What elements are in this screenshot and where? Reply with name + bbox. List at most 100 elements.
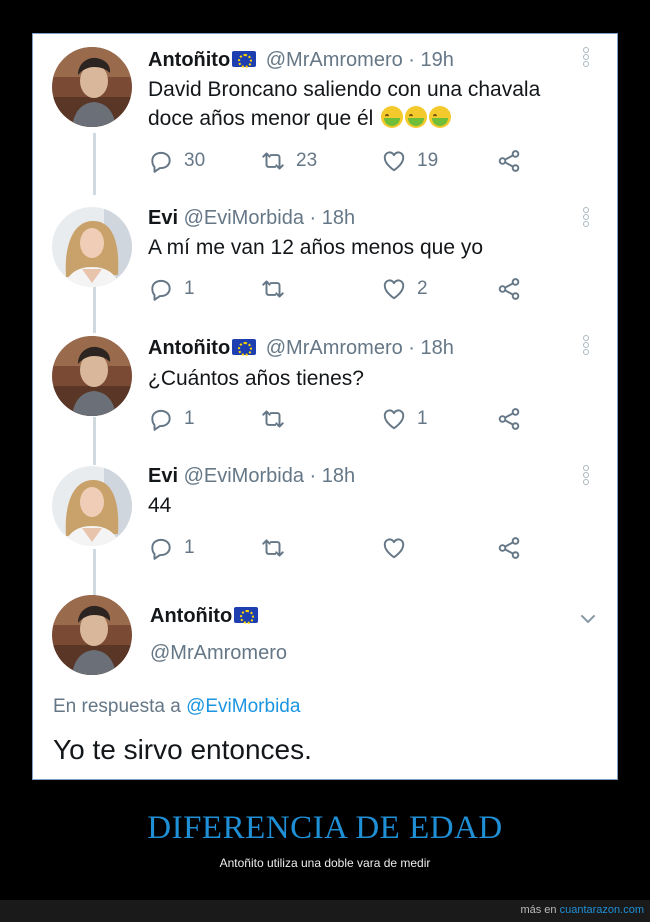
reply-icon (148, 276, 174, 302)
share-button[interactable] (496, 405, 522, 433)
share-button[interactable] (496, 147, 522, 175)
share-icon (496, 406, 522, 432)
retweet-button[interactable] (260, 534, 296, 562)
reply-count: 1 (184, 278, 195, 299)
tweet-header: Evi @EviMorbida · 18h (148, 465, 355, 488)
footer-bar: más en cuantarazon.com (0, 900, 650, 922)
reply-context: En respuesta a @EviMorbida (53, 696, 300, 718)
reply-icon (148, 535, 174, 561)
avatar[interactable] (52, 466, 132, 546)
eu-flag-icon (232, 339, 257, 356)
retweet-button[interactable]: 23 (260, 147, 317, 175)
site-link[interactable]: cuantarazon.com (560, 904, 644, 916)
tweet-time[interactable]: · 18h (310, 207, 356, 229)
tweet-text: A mí me van 12 años menos que yo (148, 236, 484, 259)
share-button[interactable] (496, 275, 522, 303)
tweet-actions: 1 (148, 534, 614, 564)
tweet-text: David Broncano saliendo con una chavala … (148, 75, 608, 133)
nauseated-face-emoji-icon (381, 106, 404, 128)
user-handle[interactable]: @MrAmromero (266, 337, 403, 359)
thread-connector (93, 133, 96, 195)
retweet-icon (260, 535, 286, 561)
footer-prefix: más en (520, 904, 557, 916)
avatar[interactable] (52, 47, 132, 127)
eu-flag-icon (234, 607, 259, 624)
chevron-down-icon[interactable] (580, 611, 596, 627)
footer-credit: más en cuantarazon.com (520, 904, 644, 916)
tweet-text-line: doce años menor que él (148, 107, 374, 130)
reply-count: 30 (184, 150, 206, 171)
retweet-button[interactable] (260, 275, 296, 303)
share-icon (496, 535, 522, 561)
nauseated-face-emoji-icon (429, 106, 452, 128)
tweet-header: Evi @EviMorbida · 18h (148, 207, 355, 230)
tweet-actions: 1 2 (148, 275, 614, 305)
main-tweet-header: Antoñito @MrAmromero (150, 605, 287, 665)
tweet-thread-panel: Antoñito @MrAmromero · 19h David Broncan… (36, 37, 614, 776)
like-button[interactable]: 2 (381, 275, 428, 303)
thread-connector (93, 417, 96, 465)
tweet-header: Antoñito @MrAmromero · 18h (148, 337, 454, 360)
user-handle[interactable]: @EviMorbida (184, 465, 304, 487)
caption-title: DIFERENCIA DE EDAD (147, 810, 503, 846)
like-button[interactable]: 1 (381, 405, 428, 433)
avatar[interactable] (52, 336, 132, 416)
user-handle[interactable]: @EviMorbida (184, 207, 304, 229)
reply-handle-link[interactable]: @EviMorbida (186, 696, 300, 717)
tweet-time[interactable]: · 18h (310, 465, 356, 487)
user-handle[interactable]: @MrAmromero (266, 49, 403, 71)
thread-connector (93, 549, 96, 595)
user-handle[interactable]: @MrAmromero (150, 642, 287, 665)
heart-icon (381, 276, 407, 302)
display-name[interactable]: Evi (148, 465, 178, 487)
tweet-thread-card: Antoñito @MrAmromero · 19h David Broncan… (32, 33, 618, 780)
retweet-button[interactable] (260, 405, 296, 433)
caption-subtitle: Antoñito utiliza una doble vara de medir (219, 856, 431, 870)
heart-icon (381, 535, 407, 561)
tweet-header: Antoñito @MrAmromero · 19h (148, 49, 454, 72)
more-vertical-icon[interactable] (582, 47, 590, 69)
display-name[interactable]: Evi (148, 207, 178, 229)
reply-count: 1 (184, 537, 195, 558)
tweet-text-line: David Broncano saliendo con una chavala (148, 78, 541, 101)
reply-button[interactable]: 1 (148, 275, 195, 303)
more-vertical-icon[interactable] (582, 335, 590, 357)
like-button[interactable] (381, 534, 417, 562)
nauseated-face-emoji-icon (405, 106, 428, 128)
thread-connector (93, 287, 96, 333)
tweet-actions: 30 23 19 (148, 147, 614, 177)
reply-count: 1 (184, 408, 195, 429)
retweet-icon (260, 148, 286, 174)
reply-button[interactable]: 1 (148, 405, 195, 433)
display-name[interactable]: Antoñito (148, 337, 230, 359)
eu-flag-icon (232, 51, 257, 68)
retweet-icon (260, 276, 286, 302)
reply-button[interactable]: 30 (148, 147, 205, 175)
like-count: 2 (417, 278, 428, 299)
reply-icon (148, 406, 174, 432)
more-vertical-icon[interactable] (582, 207, 590, 229)
share-button[interactable] (496, 534, 522, 562)
like-count: 19 (417, 150, 439, 171)
tweet-time[interactable]: · 19h (408, 49, 454, 71)
tweet-actions: 1 1 (148, 405, 614, 435)
display-name[interactable]: Antoñito (150, 605, 232, 627)
share-icon (496, 276, 522, 302)
main-tweet-text: Yo te sirvo entonces. (53, 734, 312, 765)
tweet-text: 44 (148, 494, 172, 517)
avatar[interactable] (52, 595, 132, 675)
reply-button[interactable]: 1 (148, 534, 195, 562)
like-button[interactable]: 19 (381, 147, 438, 175)
like-count: 1 (417, 408, 428, 429)
retweet-icon (260, 406, 286, 432)
display-name[interactable]: Antoñito (148, 49, 230, 71)
retweet-count: 23 (296, 150, 318, 171)
more-vertical-icon[interactable] (582, 465, 590, 487)
reply-icon (148, 148, 174, 174)
avatar[interactable] (52, 207, 132, 287)
reply-prefix: En respuesta a (53, 696, 181, 717)
tweet-time[interactable]: · 18h (408, 337, 454, 359)
share-icon (496, 148, 522, 174)
heart-icon (381, 406, 407, 432)
tweet-text: ¿Cuántos años tienes? (148, 367, 364, 390)
